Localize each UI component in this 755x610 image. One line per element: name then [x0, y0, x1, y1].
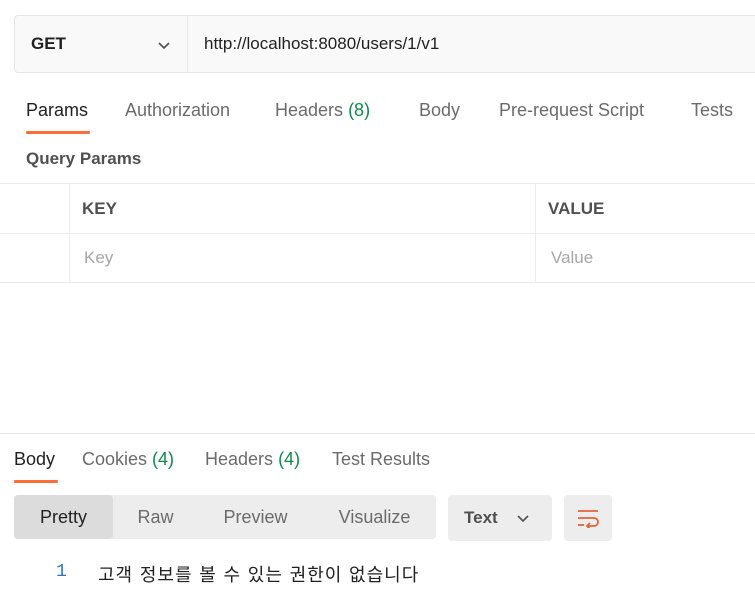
format-label: Text — [464, 508, 498, 527]
visualize-button[interactable]: Visualize — [313, 495, 436, 539]
tab-headers-count: (8) — [348, 100, 371, 120]
tab-authorization[interactable]: Authorization — [125, 100, 230, 121]
table-border-top — [0, 183, 755, 184]
active-tab-indicator — [26, 131, 90, 134]
tab-test-results[interactable]: Test Results — [332, 449, 430, 470]
tab-headers[interactable]: Headers (8) — [275, 100, 370, 121]
method-label: GET — [31, 34, 66, 53]
param-key-input[interactable] — [82, 245, 526, 271]
tab-response-headers-label: Headers — [205, 449, 274, 469]
wrap-lines-icon — [578, 510, 599, 528]
preview-button[interactable]: Preview — [198, 495, 313, 539]
tab-body[interactable]: Body — [419, 100, 460, 121]
table-border-bottom — [0, 282, 755, 283]
pretty-button[interactable]: Pretty — [14, 495, 113, 539]
wrap-lines-button[interactable] — [564, 495, 612, 541]
tab-pre-request-script[interactable]: Pre-request Script — [499, 100, 644, 121]
tab-params[interactable]: Params — [26, 100, 88, 121]
raw-button[interactable]: Raw — [113, 495, 198, 539]
tab-response-headers[interactable]: Headers (4) — [205, 449, 300, 470]
tab-response-body[interactable]: Body — [14, 449, 55, 470]
tab-tests[interactable]: Tests — [691, 100, 733, 121]
tab-cookies-label: Cookies — [82, 449, 148, 469]
tab-cookies[interactable]: Cookies (4) — [82, 449, 174, 470]
table-row-divider — [0, 233, 755, 234]
response-body-text: 고객 정보를 볼 수 있는 권한이 없습니다 — [98, 565, 420, 586]
chevron-down-icon — [517, 515, 529, 523]
query-params-title: Query Params — [26, 149, 142, 168]
active-response-tab-indicator — [14, 480, 58, 483]
tab-response-headers-count: (4) — [278, 449, 301, 469]
request-bar: GET — [14, 15, 755, 73]
tab-cookies-count: (4) — [152, 449, 175, 469]
tab-headers-label: Headers — [275, 100, 344, 120]
view-mode-group: Pretty Raw Preview Visualize — [14, 495, 436, 539]
format-select[interactable]: Text — [448, 495, 552, 541]
table-col-divider — [535, 183, 536, 282]
key-column-header: KEY — [82, 199, 117, 218]
chevron-down-icon[interactable] — [157, 38, 171, 52]
url-input[interactable] — [188, 15, 755, 73]
response-divider[interactable] — [0, 433, 755, 434]
table-col-divider — [69, 183, 70, 282]
param-value-input[interactable] — [549, 245, 753, 271]
value-column-header: VALUE — [548, 199, 605, 218]
line-number: 1 — [56, 562, 67, 582]
